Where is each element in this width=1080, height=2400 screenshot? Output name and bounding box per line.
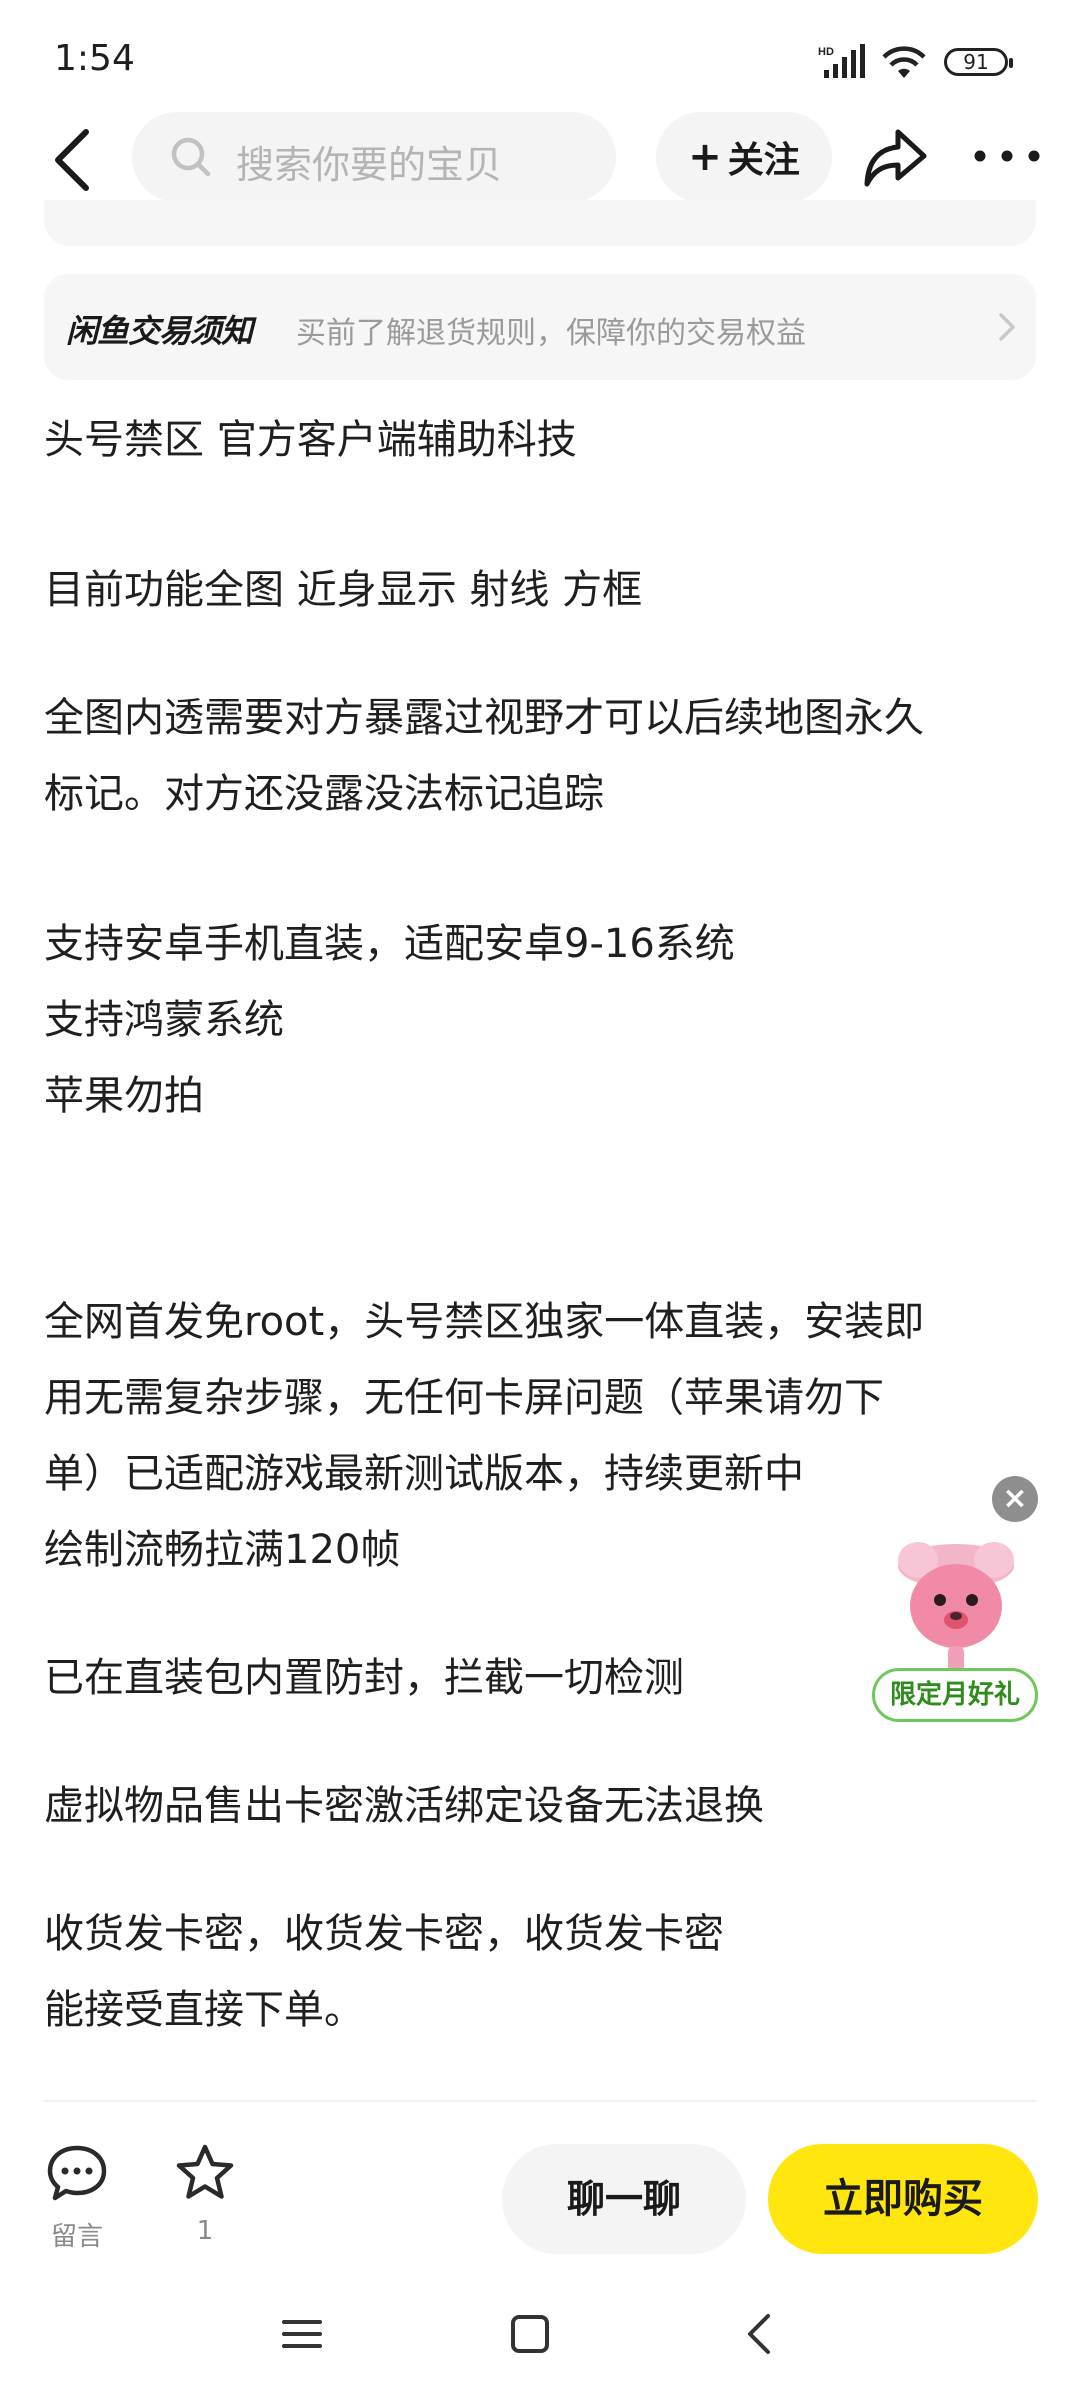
plus-icon: + xyxy=(688,134,722,180)
star-icon xyxy=(176,2144,234,2199)
description-line: 能接受直接下单。 xyxy=(44,1987,364,2033)
description-line: 绘制流畅拉满120帧 xyxy=(44,1527,401,1573)
trade-notice-banner[interactable]: 闲鱼交易须知 买前了解退货规则，保障你的交易权益 xyxy=(44,274,1036,380)
wifi-icon xyxy=(882,46,926,78)
favorite-count: 1 xyxy=(196,2216,214,2246)
comment-icon xyxy=(47,2145,107,2201)
description-line: 支持鸿蒙系统 xyxy=(44,997,284,1043)
follow-label: 关注 xyxy=(727,140,800,181)
promo-label[interactable]: 限定月好礼 xyxy=(872,1668,1038,1722)
search-placeholder: 搜索你要的宝贝 xyxy=(236,143,503,187)
more-options-icon[interactable] xyxy=(972,138,1042,174)
comment-label: 留言 xyxy=(50,2222,103,2252)
menu-icon[interactable] xyxy=(280,2312,324,2356)
product-detail-page: 1:54 HD 91 搜索你要的宝贝 + 关注 闲鱼交易须知 买前了解退货规则，… xyxy=(0,0,1080,2400)
favorite-button[interactable]: 1 xyxy=(160,2142,250,2246)
description-line: 头号禁区 官方客户端辅助科技 xyxy=(44,417,577,463)
status-bar: 1:54 HD 91 xyxy=(0,0,1080,120)
trade-notice-text: 买前了解退货规则，保障你的交易权益 xyxy=(296,316,806,351)
previous-card-edge xyxy=(44,200,1036,246)
share-icon[interactable] xyxy=(862,122,930,190)
search-input[interactable]: 搜索你要的宝贝 xyxy=(132,112,616,202)
back-icon[interactable] xyxy=(738,2312,782,2356)
battery-indicator: 91 xyxy=(944,48,1013,76)
trade-notice-title: 闲鱼交易须知 xyxy=(66,312,253,350)
description-line: 苹果勿拍 xyxy=(44,1073,204,1119)
follow-button[interactable]: + 关注 xyxy=(656,112,832,202)
bottom-action-bar: 留言 1 聊一聊 立即购买 xyxy=(0,2102,1080,2282)
signal-icon: HD xyxy=(818,44,865,78)
chat-button[interactable]: 聊一聊 xyxy=(502,2144,746,2254)
search-icon xyxy=(171,137,211,177)
description-line: 收货发卡密，收货发卡密，收货发卡密 xyxy=(44,1911,724,1957)
back-arrow-icon[interactable] xyxy=(40,122,110,198)
system-nav-bar xyxy=(0,2282,1080,2400)
top-nav: 搜索你要的宝贝 + 关注 xyxy=(0,110,1080,210)
buy-now-button[interactable]: 立即购买 xyxy=(768,2144,1038,2254)
description-line: 已在直装包内置防封，拦截一切检测 xyxy=(44,1655,684,1701)
description-line: 用无需复杂步骤，无任何卡屏问题（苹果请勿下 xyxy=(44,1375,884,1421)
description-line: 目前功能全图 近身显示 射线 方框 xyxy=(44,567,643,613)
status-time: 1:54 xyxy=(54,38,135,79)
description-line: 虚拟物品售出卡密激活绑定设备无法退换 xyxy=(44,1783,764,1829)
comment-button[interactable]: 留言 xyxy=(32,2142,122,2253)
description-line: 单）已适配游戏最新测试版本，持续更新中 xyxy=(44,1451,804,1497)
chevron-right-icon xyxy=(999,313,1015,341)
description-line: 支持安卓手机直装，适配安卓9-16系统 xyxy=(44,921,735,967)
description-line: 全图内透需要对方暴露过视野才可以后续地图永久 xyxy=(44,695,924,741)
description-line: 全网首发免root，头号禁区独家一体直装，安装即 xyxy=(44,1299,925,1345)
mascot-icon[interactable] xyxy=(890,1528,1022,1674)
promo-close-button[interactable]: × xyxy=(992,1476,1038,1522)
network-label: HD xyxy=(818,46,834,58)
home-icon[interactable] xyxy=(508,2312,552,2356)
description-line: 标记。对方还没露没法标记追踪 xyxy=(44,771,604,817)
